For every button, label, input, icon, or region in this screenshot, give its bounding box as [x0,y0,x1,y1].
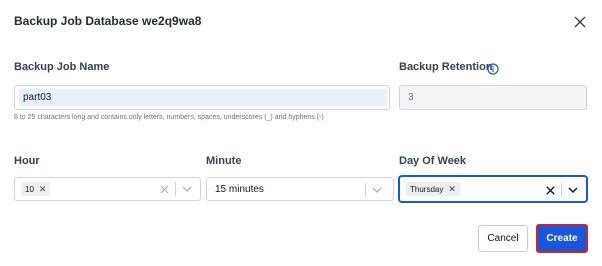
chevron-down-icon[interactable] [372,187,382,194]
minute-label: Minute [206,155,242,167]
day-select-controls [546,183,578,197]
autofill-highlight [19,89,387,106]
clear-icon[interactable] [160,184,169,194]
select-divider [561,183,562,197]
hour-chip: 10 ✕ [21,182,51,196]
hour-label: Hour [14,155,40,167]
chevron-down-icon[interactable] [182,186,192,193]
retention-info-button[interactable] [487,62,499,75]
job-name-hint: 8 to 25 characters long and contains onl… [14,114,324,121]
dialog-title: Backup Job Database we2q9wa8 [14,14,202,28]
job-name-field[interactable]: part03 [14,85,390,110]
day-chip: Thursday ✕ [406,182,460,196]
minute-value: 15 minutes [215,184,264,195]
minute-select-controls [365,183,382,197]
close-button[interactable] [572,14,588,30]
day-chip-label: Thursday [410,184,444,194]
day-of-week-label: Day Of Week [399,155,467,167]
hour-select-controls [160,182,192,196]
select-divider [365,183,366,197]
create-button[interactable]: Create [536,224,588,253]
job-name-value: part03 [23,92,52,103]
minute-select[interactable]: 15 minutes [206,177,394,201]
retention-field: 3 [399,85,587,110]
day-chip-remove-icon[interactable]: ✕ [448,184,456,195]
retention-label: Backup Retention [399,61,493,73]
chevron-down-icon[interactable] [568,186,578,194]
hour-chip-remove-icon[interactable]: ✕ [39,184,47,195]
close-icon [574,16,586,28]
backup-job-dialog: Backup Job Database we2q9wa8 Backup Job … [0,0,602,266]
hour-chip-label: 10 [25,184,34,194]
select-divider [175,182,176,196]
cancel-button[interactable]: Cancel [478,225,528,252]
info-icon [487,63,499,75]
clear-icon[interactable] [546,185,555,195]
retention-value: 3 [408,92,414,103]
hour-select[interactable]: 10 ✕ [14,177,201,201]
day-of-week-select[interactable]: Thursday ✕ [399,176,587,202]
job-name-label: Backup Job Name [14,61,110,73]
